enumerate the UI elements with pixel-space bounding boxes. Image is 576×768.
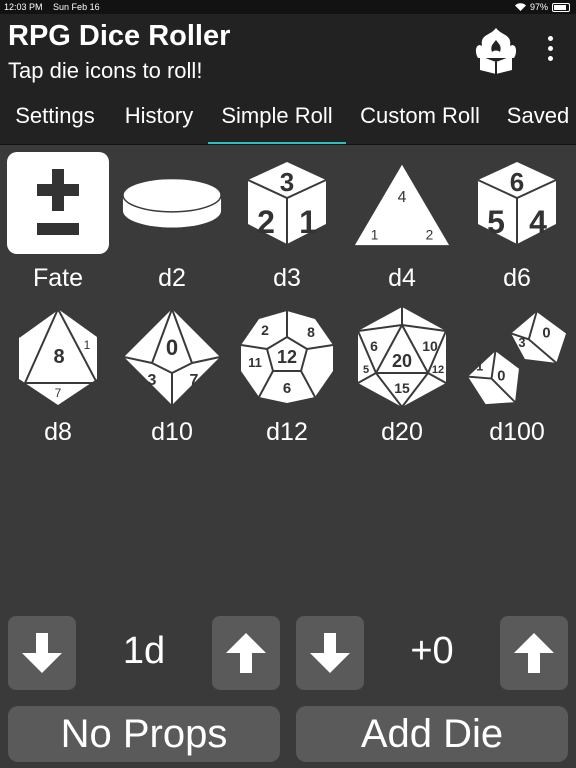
- die-face: 6: [283, 380, 291, 397]
- die-face: 12: [432, 364, 444, 376]
- die-face: 6: [370, 338, 378, 354]
- die-label: Fate: [32, 264, 84, 292]
- status-time: 12:03 PM: [4, 2, 43, 12]
- more-vert-icon[interactable]: [538, 36, 562, 66]
- plus-minus-icon: [37, 169, 79, 235]
- d4-die-icon: 4 1 2: [354, 164, 450, 246]
- die-label: d4: [388, 264, 416, 292]
- status-bar: 12:03 PM Sun Feb 16 97%: [0, 0, 576, 14]
- no-props-button[interactable]: No Props: [8, 706, 280, 762]
- tab-saved[interactable]: Saved: [500, 102, 576, 144]
- die-d100[interactable]: 0 3 1 0 d100: [463, 306, 571, 447]
- die-d20[interactable]: 20 6 10 15 5 12 d20: [348, 306, 456, 447]
- flaming-book-icon: [475, 28, 517, 74]
- d10-die-icon: 0 3 7: [123, 307, 221, 405]
- die-face: 11: [248, 355, 262, 370]
- die-face: 3: [518, 335, 525, 350]
- die-face: 8: [53, 346, 64, 368]
- app-subtitle: Tap die icons to roll!: [8, 58, 203, 83]
- die-face: 2: [261, 322, 269, 338]
- die-d6[interactable]: 6 5 4 d6: [463, 152, 571, 293]
- arrow-down-icon: [22, 633, 62, 673]
- die-fate[interactable]: Fate: [4, 152, 112, 293]
- tab-bar: Settings History Simple Roll Custom Roll…: [0, 102, 576, 145]
- die-d10[interactable]: 0 3 7 d10: [118, 306, 226, 447]
- die-face: 1: [371, 227, 379, 242]
- die-face: 0: [166, 335, 178, 360]
- die-face: 4: [529, 204, 547, 240]
- arrow-down-icon: [310, 633, 350, 673]
- status-date: Sun Feb 16: [53, 2, 100, 12]
- tab-settings[interactable]: Settings: [6, 102, 104, 144]
- die-label: d2: [158, 264, 186, 292]
- die-face: 5: [363, 364, 369, 376]
- die-face: 8: [307, 324, 315, 340]
- wifi-icon: [514, 3, 526, 11]
- die-face: 3: [148, 372, 157, 389]
- die-label: d3: [273, 264, 301, 292]
- die-face: 2: [426, 227, 434, 242]
- arrow-up-icon: [514, 633, 554, 673]
- die-face: 7: [190, 372, 199, 389]
- die-face: 12: [277, 347, 297, 367]
- die-face: 0: [542, 325, 550, 341]
- decrease-count-button[interactable]: [8, 616, 76, 690]
- d8-die-icon: 8 1 7: [18, 307, 99, 405]
- die-face: 0: [497, 369, 505, 385]
- battery-percent: 97%: [529, 2, 548, 12]
- die-face: 5: [487, 204, 505, 240]
- die-d4[interactable]: 4 1 2 d4: [348, 152, 456, 293]
- tab-custom-roll[interactable]: Custom Roll: [352, 102, 488, 144]
- add-die-button[interactable]: Add Die: [296, 706, 568, 762]
- die-label: d8: [44, 418, 72, 446]
- die-label: d10: [151, 418, 193, 446]
- die-face: 10: [422, 338, 438, 354]
- dice-count-value: 1d: [122, 630, 166, 672]
- die-d8[interactable]: 8 1 7 d8: [4, 306, 112, 447]
- tab-history[interactable]: History: [116, 102, 202, 144]
- increase-count-button[interactable]: [212, 616, 280, 690]
- app-bar: RPG Dice Roller Tap die icons to roll!: [0, 14, 576, 102]
- app-title: RPG Dice Roller: [8, 20, 231, 52]
- d20-die-icon: 20 6 10 15 5 12: [357, 307, 447, 408]
- die-face: 4: [398, 189, 407, 206]
- die-face: 1: [84, 338, 91, 352]
- die-face: 7: [55, 386, 62, 400]
- die-face: 2: [257, 204, 275, 240]
- increase-modifier-button[interactable]: [500, 616, 568, 690]
- modifier-value: +0: [410, 630, 454, 672]
- die-face: 3: [280, 167, 294, 197]
- die-d12[interactable]: 12 2 8 11 6 d12: [233, 306, 341, 447]
- die-label: d12: [266, 418, 308, 446]
- d12-die-icon: 12 2 8 11 6: [240, 311, 334, 403]
- die-face: 15: [394, 380, 410, 396]
- die-label: d100: [489, 418, 545, 446]
- d6-die-icon: 6 5 4: [477, 162, 557, 244]
- die-label: d20: [381, 418, 423, 446]
- die-face: 20: [392, 351, 412, 371]
- die-face: 1: [299, 204, 317, 240]
- arrow-up-icon: [226, 633, 266, 673]
- die-d3[interactable]: 3 2 1 d3: [233, 152, 341, 293]
- decrease-modifier-button[interactable]: [296, 616, 364, 690]
- d3-die-icon: 3 2 1: [247, 162, 327, 244]
- coin-icon: [122, 177, 222, 228]
- die-face: 1: [476, 359, 483, 374]
- die-label: d6: [503, 264, 531, 292]
- die-face: 6: [510, 167, 524, 197]
- die-d2[interactable]: d2: [118, 152, 226, 293]
- tab-simple-roll[interactable]: Simple Roll: [208, 102, 346, 144]
- battery-icon: [552, 2, 570, 12]
- d100-dice-icon: 0 3 1 0: [467, 311, 567, 405]
